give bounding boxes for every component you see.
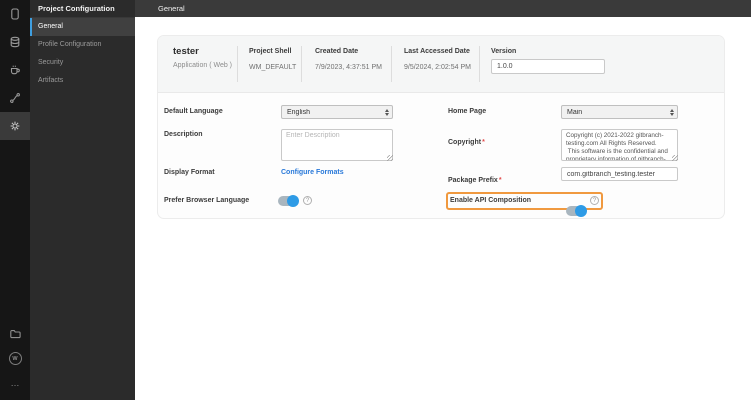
select-stepper-icon [667, 108, 677, 116]
divider [237, 46, 238, 82]
config-sidebar: Project Configuration General Profile Co… [30, 0, 135, 400]
divider [479, 46, 480, 82]
icon-rail-bottom: W … [0, 321, 30, 396]
flow-icon[interactable] [0, 84, 30, 112]
page-header: General [135, 0, 751, 17]
home-page-select[interactable]: Main [561, 105, 678, 119]
more-icon[interactable]: … [0, 371, 30, 396]
gear-icon[interactable] [0, 112, 30, 140]
package-prefix-label: Package Prefix [448, 177, 498, 184]
version-label: Version [491, 48, 517, 55]
required-asterisk: * [498, 177, 502, 184]
package-prefix-input[interactable] [561, 167, 678, 181]
divider [301, 46, 302, 82]
last-accessed-date-value: 9/5/2024, 2:02:54 PM [404, 64, 471, 71]
created-date-label: Created Date [315, 48, 359, 55]
default-language-label: Default Language [164, 108, 223, 115]
last-accessed-date-label: Last Accessed Date [404, 48, 470, 55]
home-page-value: Main [567, 108, 583, 116]
wm-badge-icon[interactable]: W [0, 346, 30, 371]
display-format-label: Display Format [164, 169, 215, 176]
default-language-value: English [287, 108, 310, 116]
folder-icon[interactable] [0, 321, 30, 346]
coffee-icon[interactable] [0, 56, 30, 84]
project-shell-value: WM_DEFAULT [249, 64, 297, 71]
icon-rail: W … [0, 0, 30, 400]
project-info-section: tester Application ( Web ) Project Shell… [158, 36, 724, 93]
help-icon[interactable]: ? [590, 196, 599, 205]
required-asterisk: * [482, 139, 485, 146]
sidebar-item-general[interactable]: General [30, 18, 135, 36]
wm-badge-letter: W [8, 352, 22, 365]
project-name: tester [173, 46, 199, 57]
copyright-label: Copyright [448, 139, 482, 146]
database-icon[interactable] [0, 28, 30, 56]
enable-api-composition-label: Enable API Composition [450, 197, 532, 204]
sidebar-item-profile-configuration[interactable]: Profile Configuration [30, 36, 135, 54]
copyright-textarea[interactable]: Copyright (c) 2021-2022 gitbranch- testi… [561, 129, 678, 161]
description-label: Description [164, 131, 203, 138]
help-icon[interactable]: ? [303, 196, 312, 205]
created-date-value: 7/9/2023, 4:37:51 PM [315, 64, 382, 71]
project-shell-label: Project Shell [249, 48, 292, 55]
mobile-icon[interactable] [0, 0, 30, 28]
page-title: General [158, 4, 185, 13]
project-type: Application ( Web ) [173, 62, 233, 69]
home-page-label: Home Page [448, 108, 487, 115]
configure-formats-link[interactable]: Configure Formats [281, 169, 344, 176]
copyright-label-group: Copyright* [448, 131, 485, 149]
select-stepper-icon [382, 108, 392, 116]
enable-api-composition-toggle[interactable] [566, 205, 587, 217]
sidebar-item-artifacts[interactable]: Artifacts [30, 72, 135, 90]
prefer-browser-language-label: Prefer Browser Language [164, 197, 250, 204]
prefer-browser-language-toggle[interactable] [278, 195, 299, 207]
more-glyph: … [10, 378, 20, 388]
sidebar-title: Project Configuration [30, 0, 135, 18]
default-language-select[interactable]: English [281, 105, 393, 119]
sidebar-item-security[interactable]: Security [30, 54, 135, 72]
description-textarea[interactable] [281, 129, 393, 161]
divider [391, 46, 392, 82]
general-settings-card: tester Application ( Web ) Project Shell… [157, 35, 725, 219]
version-input[interactable] [491, 59, 605, 74]
package-prefix-label-group: Package Prefix* [448, 169, 502, 187]
